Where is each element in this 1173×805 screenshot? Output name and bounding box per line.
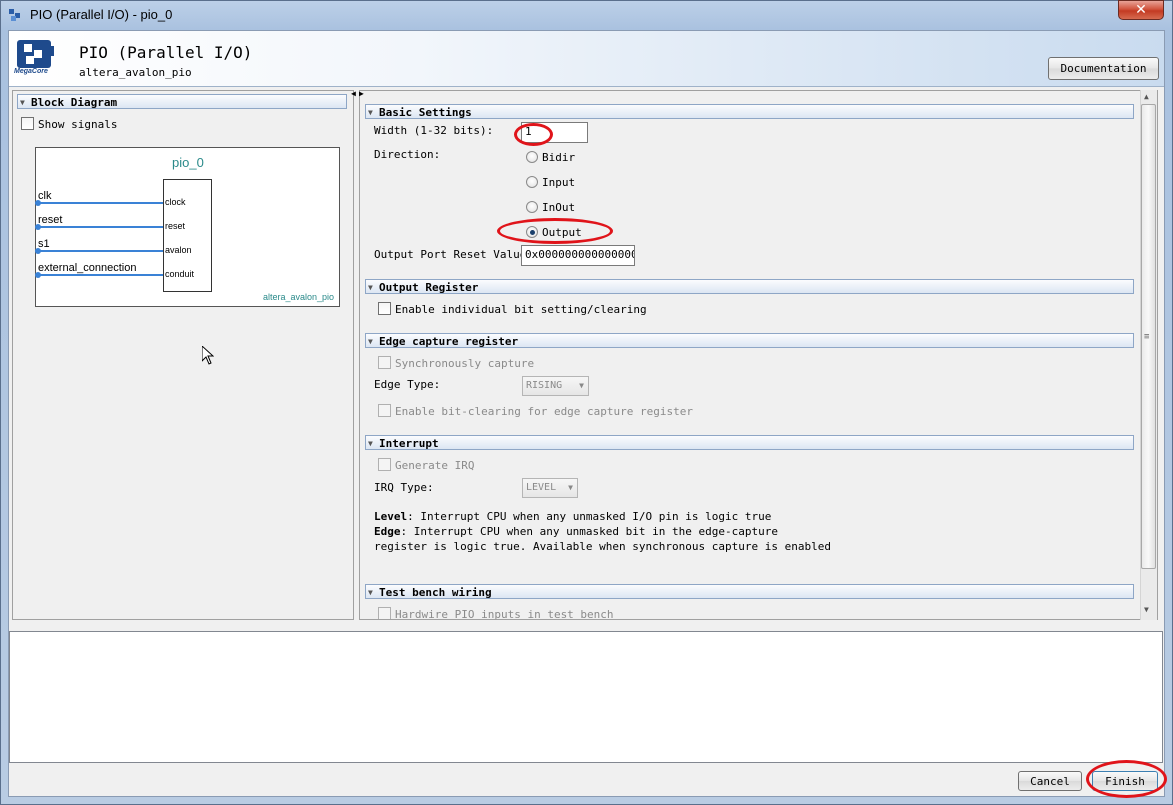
port-line: [38, 250, 163, 252]
irq-type-select[interactable]: LEVEL ▼: [522, 478, 578, 498]
component-type: altera_avalon_pio: [263, 292, 335, 302]
component-name: pio_0: [172, 155, 204, 170]
port-internal-clock: clock: [165, 197, 186, 207]
port-line: [38, 202, 163, 204]
edge-type-label: Edge Type:: [374, 378, 441, 391]
close-button[interactable]: ✕: [1118, 0, 1164, 20]
port-dot: [35, 200, 41, 206]
reset-value-label: Output Port Reset Value:: [374, 248, 533, 261]
hardwire-checkbox[interactable]: [378, 607, 391, 619]
edge-capture-header[interactable]: ▼ Edge capture register: [365, 333, 1134, 348]
expand-triangle-icon: ▼: [368, 439, 373, 448]
port-line: [38, 226, 163, 228]
port-external-connection: external_connection: [38, 262, 137, 274]
port-internal-avalon: avalon: [165, 245, 192, 255]
test-bench-header[interactable]: ▼ Test bench wiring: [365, 584, 1134, 599]
irq-type-label: IRQ Type:: [374, 481, 434, 494]
page-title: PIO (Parallel I/O): [79, 43, 253, 62]
test-bench-clip: Hardwire PIO inputs in test bench: [365, 603, 1140, 619]
cancel-button[interactable]: Cancel: [1018, 771, 1082, 791]
highlight-circle: [1086, 760, 1167, 798]
sync-capture-label: Synchronously capture: [395, 357, 535, 370]
block-diagram-header[interactable]: ▼ Block Diagram: [17, 94, 347, 109]
sync-capture-checkbox[interactable]: [378, 356, 391, 369]
basic-settings-header[interactable]: ▼ Basic Settings: [365, 104, 1134, 119]
edge-description: Edge: Interrupt CPU when any unmasked bi…: [374, 525, 778, 538]
bit-clearing-label: Enable bit-clearing for edge capture reg…: [395, 405, 694, 418]
highlight-circle: [497, 218, 613, 244]
port-dot: [35, 248, 41, 254]
close-icon: ✕: [1135, 2, 1147, 18]
port-internal-reset: reset: [165, 221, 186, 231]
dropdown-arrow-icon: ▼: [568, 483, 573, 492]
expand-triangle-icon: ▼: [368, 337, 373, 346]
radio-input-label: Input: [542, 176, 576, 189]
radio-inout-label: InOut: [542, 201, 576, 214]
width-label: Width (1-32 bits):: [374, 124, 494, 137]
reset-value-input[interactable]: 0x0000000000000000: [521, 245, 635, 266]
enable-bit-setting-label: Enable individual bit setting/clearing: [395, 303, 647, 316]
radio-bidir-label: Bidir: [542, 151, 576, 164]
port-external-reset: reset: [38, 214, 63, 226]
documentation-button[interactable]: Documentation: [1048, 57, 1159, 80]
scroll-down-icon[interactable]: ▼: [1144, 605, 1149, 614]
expand-triangle-icon: ▼: [368, 588, 373, 597]
bit-clearing-checkbox[interactable]: [378, 404, 391, 417]
radio-inout[interactable]: [526, 201, 538, 213]
port-line: [38, 274, 163, 276]
direction-label: Direction:: [374, 148, 441, 161]
enable-bit-setting-checkbox[interactable]: [378, 302, 391, 315]
port-dot: [35, 272, 41, 278]
grip-icon: ≡: [1144, 332, 1150, 342]
show-signals-label: Show signals: [38, 118, 118, 131]
radio-input[interactable]: [526, 176, 538, 188]
message-area[interactable]: [9, 631, 1163, 763]
level-description: Level: Interrupt CPU when any unmasked I…: [374, 510, 772, 523]
interrupt-header[interactable]: ▼ Interrupt: [365, 435, 1134, 450]
hardwire-label: Hardwire PIO inputs in test bench: [395, 608, 614, 619]
page-subtitle: altera_avalon_pio: [79, 66, 192, 79]
dropdown-arrow-icon: ▼: [579, 381, 584, 390]
port-internal-conduit: conduit: [165, 269, 195, 279]
expand-triangle-icon: ▼: [20, 98, 25, 107]
mouse-cursor-icon: [202, 346, 214, 365]
show-signals-checkbox[interactable]: [21, 117, 34, 130]
edge-type-select[interactable]: RISING ▼: [522, 376, 589, 396]
generate-irq-label: Generate IRQ: [395, 459, 475, 472]
collapse-right-icon[interactable]: ▶: [359, 89, 364, 98]
logo-text: MegaCore: [14, 68, 48, 75]
generate-irq-checkbox[interactable]: [378, 458, 391, 471]
output-register-header[interactable]: ▼ Output Register: [365, 279, 1134, 294]
megacore-logo: MegaCore: [14, 38, 62, 82]
expand-triangle-icon: ▼: [368, 108, 373, 117]
port-dot: [35, 224, 41, 230]
edge-description-line2: register is logic true. Available when s…: [374, 540, 831, 553]
expand-triangle-icon: ▼: [368, 283, 373, 292]
collapse-left-icon[interactable]: ◀: [351, 89, 356, 98]
window-title: PIO (Parallel I/O) - pio_0: [30, 7, 173, 22]
megacore-icon: [17, 40, 54, 68]
radio-bidir[interactable]: [526, 151, 538, 163]
highlight-circle: [514, 123, 553, 146]
app-icon: [9, 9, 20, 21]
title-bar[interactable]: [0, 0, 1173, 30]
scroll-up-icon[interactable]: ▲: [1144, 92, 1149, 101]
